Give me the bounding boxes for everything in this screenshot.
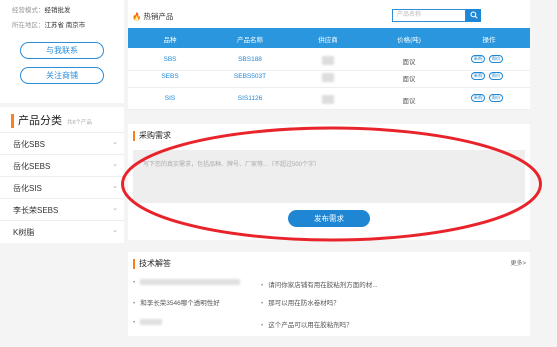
business-mode: 经营模式：经销批发 bbox=[12, 7, 71, 14]
search-button[interactable] bbox=[466, 9, 481, 22]
product-search-input[interactable]: 产品名称 bbox=[392, 9, 466, 22]
purchase-button[interactable]: 采购 bbox=[471, 94, 485, 102]
inquiry-button[interactable]: 询价 bbox=[489, 55, 503, 63]
category-item[interactable]: 岳化SBS ⌄ bbox=[0, 132, 124, 154]
tech-answers-panel: 技术解答 更多> • • 和李长荣3546哪个透明性好 • • 请问你家店铺有用在胶… bbox=[128, 252, 530, 336]
chevron-down-icon: ⌄ bbox=[112, 183, 118, 190]
chevron-down-icon: ⌄ bbox=[112, 139, 118, 146]
more-link[interactable]: 更多> bbox=[510, 258, 526, 267]
purchase-button[interactable]: 采购 bbox=[471, 72, 485, 80]
category-title: 产品分类 共8个产品 bbox=[11, 114, 92, 128]
category-item[interactable]: 岳化SEBS ⌄ bbox=[0, 154, 124, 176]
product-category-panel: 产品分类 共8个产品 岳化SBS ⌄ 岳化SEBS ⌄ 岳化SIS ⌄ 李长荣SE… bbox=[0, 107, 124, 243]
question-item[interactable]: • 那可以用在防水卷材吗？ bbox=[261, 297, 340, 307]
table-header: 品种 产品名称 供应商 价格(吨) 操作 bbox=[128, 28, 530, 48]
supplier-blurred bbox=[322, 95, 334, 106]
chevron-down-icon: ⌄ bbox=[112, 227, 118, 234]
search-icon bbox=[469, 11, 478, 19]
purchase-button[interactable]: 采购 bbox=[471, 55, 485, 63]
inquiry-button[interactable]: 询价 bbox=[489, 72, 503, 80]
contact-me-button[interactable]: 与我联系 bbox=[20, 42, 104, 59]
chevron-down-icon: ⌄ bbox=[112, 205, 118, 212]
table-row[interactable]: SEBS SEBS503T 面议 采购 询价 bbox=[128, 65, 530, 88]
question-item[interactable]: • bbox=[133, 279, 241, 286]
question-item[interactable]: • 请问你家店铺有用在胶粘剂方面的材... bbox=[261, 279, 378, 289]
question-item[interactable]: • 和李长荣3546哪个透明性好 bbox=[133, 297, 220, 307]
inquiry-button[interactable]: 询价 bbox=[489, 94, 503, 102]
region: 所在地区：江苏省 南京市 bbox=[12, 22, 86, 29]
category-item[interactable]: K树脂 ⌄ bbox=[0, 220, 124, 242]
follow-shop-button[interactable]: 关注商铺 bbox=[20, 67, 104, 84]
question-item[interactable]: • 这个产品可以用在胶粘剂吗？ bbox=[261, 319, 353, 329]
red-ellipse-annotation bbox=[121, 126, 542, 242]
category-item[interactable]: 李长荣SEBS ⌄ bbox=[0, 198, 124, 220]
table-row[interactable]: SIS SIS1126 面议 采购 询价 bbox=[128, 87, 530, 110]
chevron-down-icon: ⌄ bbox=[112, 161, 118, 168]
shop-info-panel: 经营模式：经销批发 所在地区：江苏省 南京市 与我联系 关注商铺 bbox=[0, 0, 124, 103]
hot-products-title: 🔥 热销产品 bbox=[132, 12, 174, 21]
flame-icon: 🔥 bbox=[132, 12, 142, 21]
tech-title: 技术解答 bbox=[133, 259, 171, 269]
question-item[interactable]: • bbox=[133, 319, 163, 326]
hot-products-panel: 🔥 热销产品 产品名称 品种 产品名称 供应商 价格(吨) 操作 SBS SBS1… bbox=[128, 0, 530, 110]
category-item[interactable]: 岳化SIS ⌄ bbox=[0, 176, 124, 198]
supplier-blurred bbox=[322, 73, 334, 84]
